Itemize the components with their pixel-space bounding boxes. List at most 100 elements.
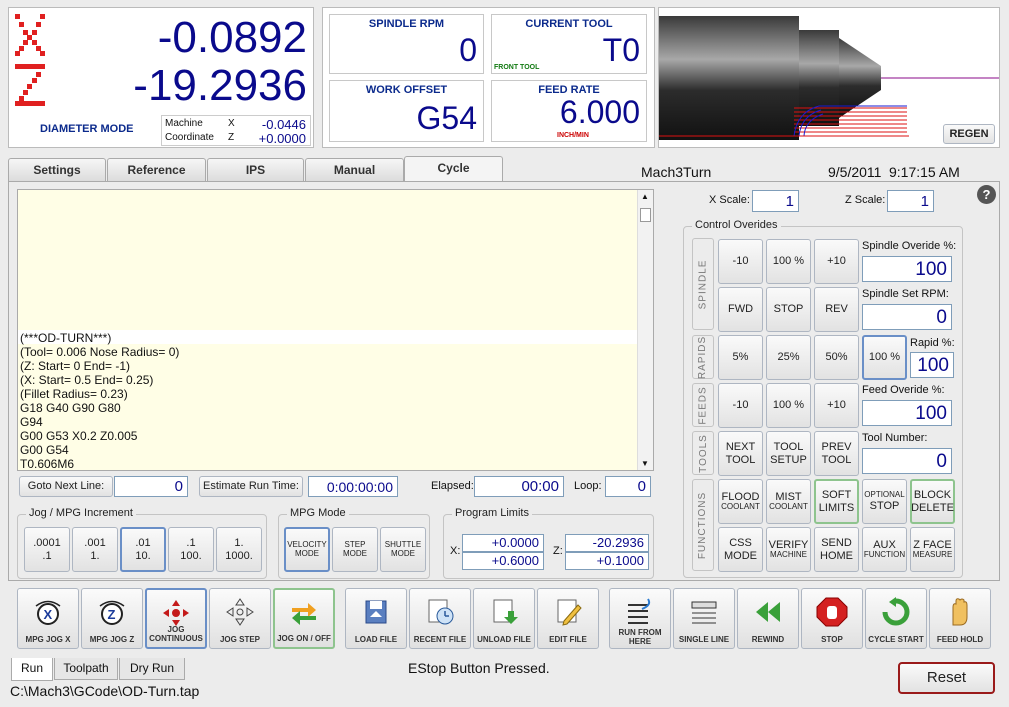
reset-button[interactable]: Reset <box>898 662 995 694</box>
gcode-window[interactable]: (***OD-TURN***) (Tool= 0.006 Nose Radius… <box>17 189 654 471</box>
help-icon[interactable]: ? <box>977 185 996 204</box>
estimate-run-time-button[interactable]: Estimate Run Time: <box>199 476 303 497</box>
function-btn-label: SOFT <box>821 489 852 502</box>
jog-inc-label: .001 <box>84 537 106 550</box>
tab-toolpath[interactable]: Toolpath <box>54 658 118 680</box>
unload-file-button[interactable]: UNLOAD FILE <box>473 588 535 649</box>
send-home-button[interactable]: SEND HOME <box>814 527 859 572</box>
run-from-here-button[interactable]: RUN FROM HERE <box>609 588 671 649</box>
mpg-mode-label: MODE <box>391 548 415 558</box>
cycle-start-button[interactable]: CYCLE START <box>865 588 927 649</box>
scroll-down-arrow-icon[interactable]: ▼ <box>641 459 649 468</box>
rapid-50-button[interactable]: 50% <box>814 335 859 380</box>
regen-button[interactable]: REGEN <box>943 124 995 144</box>
tab-manual[interactable]: Manual <box>305 158 404 181</box>
tab-run[interactable]: Run <box>11 658 53 681</box>
feed-plus-10-button[interactable]: +10 <box>814 383 859 428</box>
jog-inc-1[interactable]: .1 100. <box>168 527 214 572</box>
block-delete-button[interactable]: BLOCK DELETE <box>910 479 955 524</box>
dro-panel: X Z -0.0892 -19.2936 DIAMETER MODE Machi… <box>8 7 314 148</box>
recent-file-button[interactable]: RECENT FILE <box>409 588 471 649</box>
tools-section-label: TOOLS <box>692 431 714 475</box>
rapid-percent-field[interactable]: 100 <box>910 352 954 378</box>
z-axis-letter: Z <box>15 64 45 106</box>
spindle-override-field[interactable]: 100 <box>862 256 952 282</box>
spindle-plus-10-button[interactable]: +10 <box>814 239 859 284</box>
tool-btn-label: TOOL <box>725 453 756 466</box>
machine-x-axis-label: X <box>228 118 235 129</box>
spindle-override-label: Spindle Overide %: <box>862 240 957 252</box>
loop-label: Loop: <box>574 480 602 492</box>
z-face-measure-button[interactable]: Z FACE MEASURE <box>910 527 955 572</box>
single-line-button[interactable]: SINGLE LINE <box>673 588 735 649</box>
tool-btn-label: TOOL <box>773 441 804 454</box>
z-scale-field[interactable]: 1 <box>887 190 934 212</box>
step-mode-button[interactable]: STEP MODE <box>332 527 378 572</box>
spindle-stop-button[interactable]: STOP <box>766 287 811 332</box>
optional-stop-button[interactable]: OPTIONAL STOP <box>862 479 907 524</box>
stop-button[interactable]: STOP <box>801 588 863 649</box>
button-label: JOG STEP <box>219 635 260 644</box>
jog-on-off-button[interactable]: JOG ON / OFF <box>273 588 335 649</box>
jog-inc-label: 1. <box>234 537 244 550</box>
jog-inc-001[interactable]: .001 1. <box>72 527 118 572</box>
css-mode-button[interactable]: CSS MODE <box>718 527 763 572</box>
jog-inc-1-0[interactable]: 1. 1000. <box>216 527 262 572</box>
function-btn-label: STOP <box>869 499 900 512</box>
rapid-5-button[interactable]: 5% <box>718 335 763 380</box>
button-label: EDIT FILE <box>549 635 587 644</box>
gcode-line: (Fillet Radius= 0.23) <box>20 387 128 401</box>
tab-settings[interactable]: Settings <box>8 158 106 181</box>
functions-section-label: FUNCTIONS <box>692 479 714 571</box>
load-file-button[interactable]: LOAD FILE <box>345 588 407 649</box>
spindle-set-rpm-field[interactable]: 0 <box>862 304 952 330</box>
shuttle-mode-button[interactable]: SHUTTLE MODE <box>380 527 426 572</box>
mpg-jog-z-button[interactable]: Z MPG JOG Z <box>81 588 143 649</box>
tab-reference[interactable]: Reference <box>107 158 206 181</box>
verify-machine-button[interactable]: VERIFY MACHINE <box>766 527 811 572</box>
spindle-fwd-button[interactable]: FWD <box>718 287 763 332</box>
jog-step-button[interactable]: JOG STEP <box>209 588 271 649</box>
work-offset-label: WORK OFFSET <box>365 84 448 96</box>
spindle-section-label: SPINDLE <box>692 238 714 330</box>
jog-inc-0001[interactable]: .0001.1 <box>24 527 70 572</box>
time-display: 9:17:15 AM <box>889 164 960 180</box>
loop-field[interactable]: 0 <box>605 476 651 497</box>
toolpath-preview[interactable]: REGEN <box>658 7 1000 148</box>
tool-setup-button[interactable]: TOOL SETUP <box>766 431 811 476</box>
button-label: RUN FROM HERE <box>618 628 662 646</box>
velocity-mode-button[interactable]: VELOCITY MODE <box>284 527 330 572</box>
jog-continuous-button[interactable]: JOG CONTINUOUS <box>145 588 207 649</box>
rapid-100-button[interactable]: 100 % <box>862 335 907 380</box>
flood-coolant-button[interactable]: FLOOD COOLANT <box>718 479 763 524</box>
goto-next-line-button[interactable]: Goto Next Line: <box>19 476 113 497</box>
next-tool-button[interactable]: NEXT TOOL <box>718 431 763 476</box>
feed-minus-10-button[interactable]: -10 <box>718 383 763 428</box>
soft-limits-button[interactable]: SOFT LIMITS <box>814 479 859 524</box>
tab-dry-run[interactable]: Dry Run <box>119 658 185 680</box>
mist-coolant-button[interactable]: MIST COOLANT <box>766 479 811 524</box>
goto-line-field[interactable]: 0 <box>114 476 188 497</box>
scroll-thumb[interactable] <box>640 208 651 222</box>
rapid-percent-label: Rapid %: <box>910 337 955 349</box>
spindle-100-button[interactable]: 100 % <box>766 239 811 284</box>
spindle-minus-10-button[interactable]: -10 <box>718 239 763 284</box>
edit-file-button[interactable]: EDIT FILE <box>537 588 599 649</box>
diameter-mode-label: DIAMETER MODE <box>40 123 134 135</box>
feed-override-field[interactable]: 100 <box>862 400 952 426</box>
prev-tool-button[interactable]: PREV TOOL <box>814 431 859 476</box>
rewind-button[interactable]: REWIND <box>737 588 799 649</box>
x-scale-field[interactable]: 1 <box>752 190 799 212</box>
mpg-jog-x-button[interactable]: X MPG JOG X <box>17 588 79 649</box>
tab-cycle[interactable]: Cycle <box>404 156 503 181</box>
feed-100-button[interactable]: 100 % <box>766 383 811 428</box>
tool-number-field[interactable]: 0 <box>862 448 952 474</box>
scroll-up-arrow-icon[interactable]: ▲ <box>641 192 649 201</box>
feed-hold-button[interactable]: FEED HOLD <box>929 588 991 649</box>
rapid-25-button[interactable]: 25% <box>766 335 811 380</box>
tab-ips[interactable]: IPS <box>207 158 304 181</box>
spindle-rev-button[interactable]: REV <box>814 287 859 332</box>
jog-inc-01[interactable]: .01 10. <box>120 527 166 572</box>
aux-function-button[interactable]: AUX FUNCTION <box>862 527 907 572</box>
gcode-scrollbar[interactable]: ▲ ▼ <box>637 190 653 470</box>
